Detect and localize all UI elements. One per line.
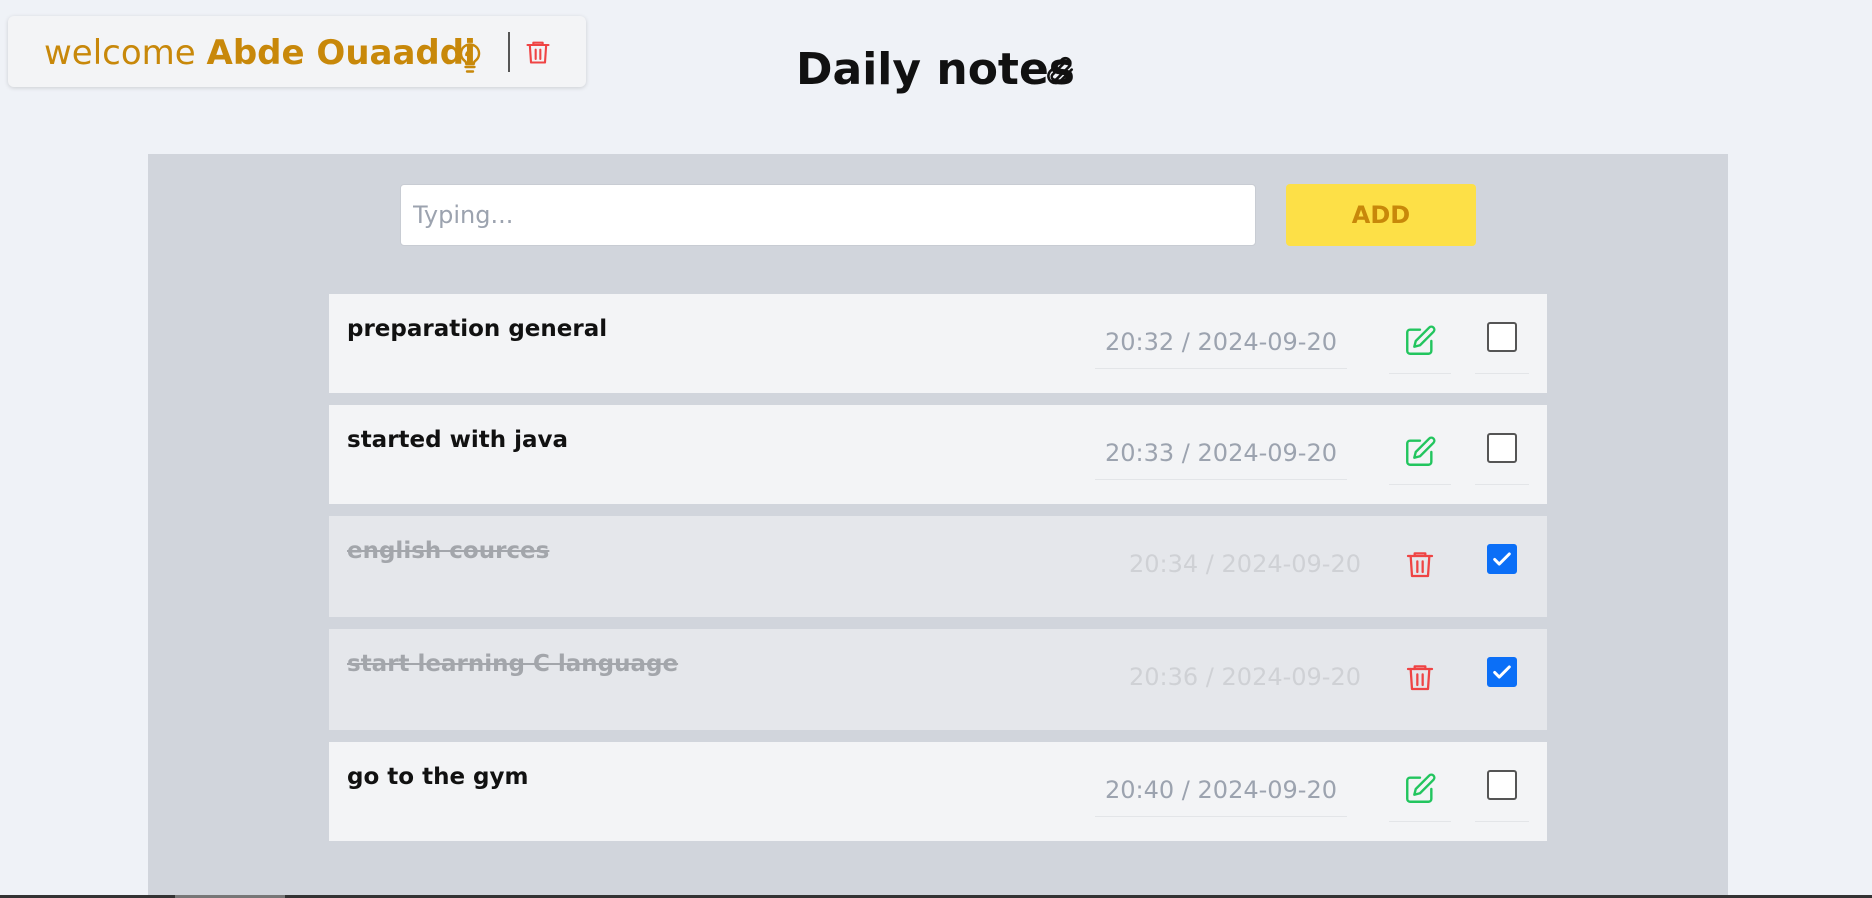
note-item-completed: english cources 20:34 / 2024-09-20 [329,516,1547,617]
check-icon [1493,665,1511,679]
checkbox-cell [1475,322,1529,374]
add-button[interactable]: ADD [1286,184,1476,246]
checkbox-cell [1475,657,1529,709]
edit-button[interactable] [1389,772,1451,822]
note-timestamp: 20:36 / 2024-09-20 [1129,663,1361,691]
note-input[interactable] [400,184,1256,246]
complete-checkbox[interactable] [1487,322,1517,352]
edit-icon [1406,325,1436,355]
checkbox-cell [1475,770,1529,822]
note-timestamp: 20:33 / 2024-09-20 [1095,439,1347,480]
complete-checkbox[interactable] [1487,770,1517,800]
delete-all-button[interactable] [524,36,552,68]
note-text: started with java [347,427,569,453]
note-timestamp: 20:34 / 2024-09-20 [1129,550,1361,578]
trash-icon [1406,665,1434,691]
notes-panel: ADD preparation general 20:32 / 2024-09-… [148,154,1728,898]
note-text: english cources [347,538,550,564]
divider [508,32,510,72]
page-title: Daily notes [796,44,1075,95]
note-text: start learning C language [347,651,679,677]
delete-button[interactable] [1389,659,1451,709]
note-timestamp: 20:32 / 2024-09-20 [1095,328,1347,369]
checkbox-cell [1475,433,1529,485]
edit-icon [1406,773,1436,803]
edit-icon [1406,436,1436,466]
user-name: Abde Ouaaddi [206,33,476,73]
checkbox-cell [1475,544,1529,596]
welcome-card: welcome Abde Ouaaddi [8,16,586,87]
delete-button[interactable] [1389,546,1451,596]
edit-button[interactable] [1389,435,1451,485]
trash-icon [1406,552,1434,578]
check-icon [1493,552,1511,566]
complete-checkbox[interactable] [1487,544,1517,574]
edit-button[interactable] [1389,324,1451,374]
welcome-message: welcome Abde Ouaaddi [44,33,476,73]
note-item: preparation general 20:32 / 2024-09-20 [329,294,1547,393]
complete-checkbox[interactable] [1487,657,1517,687]
note-item: go to the gym 20:40 / 2024-09-20 [329,742,1547,841]
note-item-completed: start learning C language 20:36 / 2024-0… [329,629,1547,730]
note-text: go to the gym [347,764,529,790]
welcome-prefix: welcome [44,33,196,73]
paperclip-icon [1047,56,1074,85]
complete-checkbox[interactable] [1487,433,1517,463]
lightbulb-icon [459,43,481,73]
note-timestamp: 20:40 / 2024-09-20 [1095,776,1347,817]
note-item: started with java 20:33 / 2024-09-20 [329,405,1547,504]
note-text: preparation general [347,316,608,342]
